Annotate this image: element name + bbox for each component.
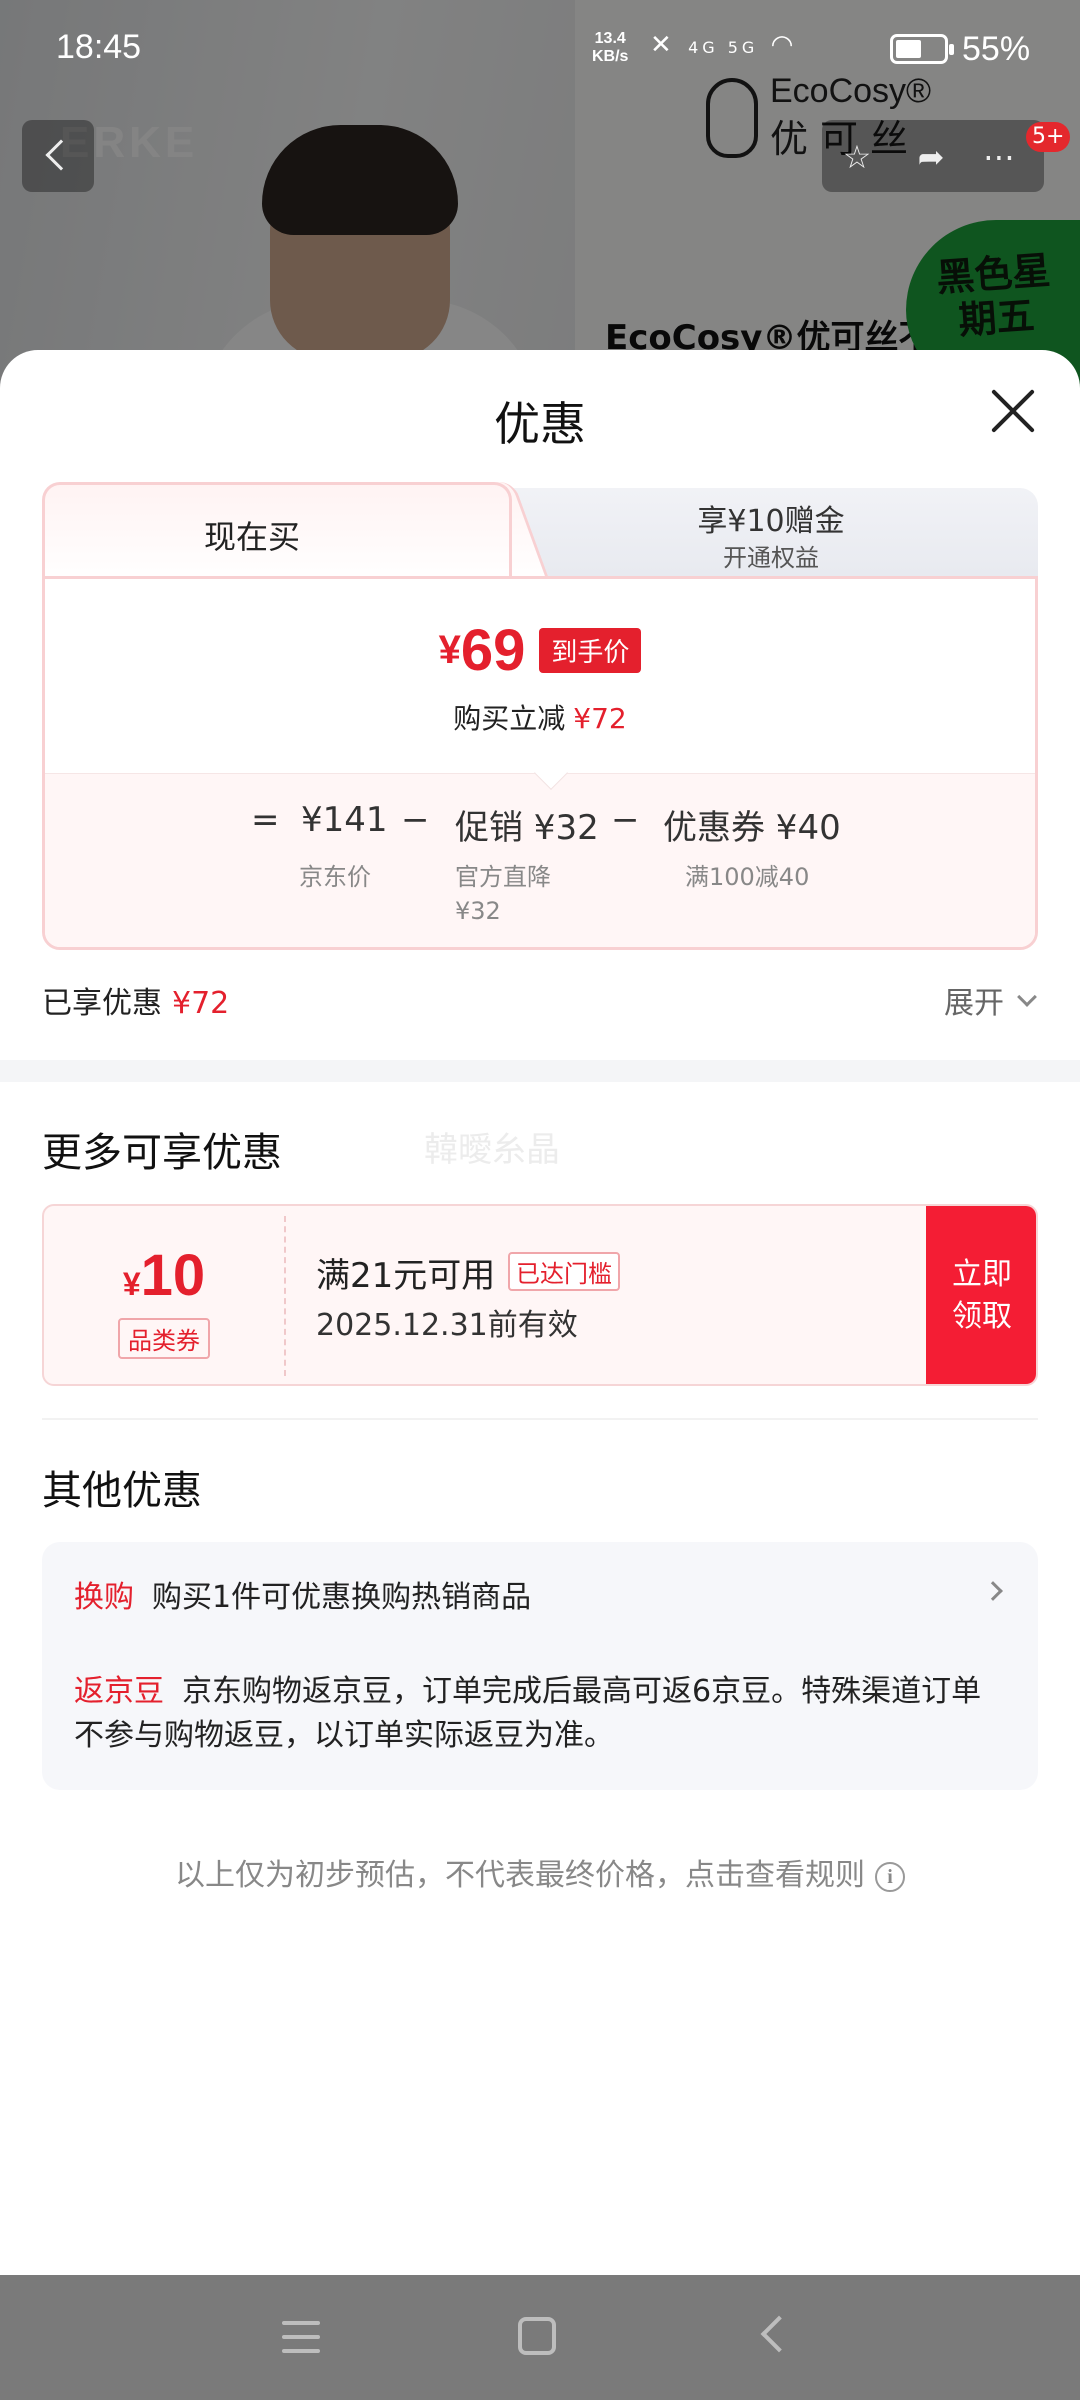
watermark: 韓曖糸晶 <box>424 1130 560 1170</box>
minus-sign: − <box>401 800 430 840</box>
coupon-value-area: ¥10 品类券 <box>44 1206 284 1384</box>
system-nav-bar <box>0 2275 1080 2400</box>
final-price: ¥69 到手价 <box>45 617 1035 684</box>
price-breakdown: = ¥141 京东价 − 促销 ¥32 官方直降 ¥32 − 优惠券 ¥40 满… <box>45 773 1035 947</box>
instant-reduce: 购买立减 ¥72 <box>45 697 1035 737</box>
expand-button[interactable]: 展开 <box>944 978 1004 1022</box>
jd-price: ¥141 <box>301 800 388 840</box>
back-button[interactable] <box>22 120 94 192</box>
discount-sheet: 优惠 享¥10赠金 开通权益 现在买 ¥69 到手价 购买立减 ¥72 = ¥141… <box>0 350 1080 2275</box>
net-speed-unit: KB/s <box>592 48 629 65</box>
jd-price-label: 京东价 <box>299 863 371 891</box>
recent-apps-icon[interactable] <box>282 2321 320 2353</box>
coupon-face-value: ¥10 <box>44 1242 284 1309</box>
status-bar: 18:45 13.4 KB/s ✕ 4G 5G ◠ 55% <box>0 0 1080 100</box>
coupon-label: 满100减40 <box>685 863 810 891</box>
battery-percent: 55% <box>962 30 1031 68</box>
jd-beans-tag: 返京豆 <box>74 1674 164 1709</box>
other-offers-box: 换购 购买1件可优惠换购热销商品 返京豆 京东购物返京豆，订单完成后最高可返6京豆。… <box>42 1542 1038 1790</box>
claim-button-line2: 领取 <box>952 1299 1012 1334</box>
final-price-area: ¥69 到手价 购买立减 ¥72 <box>45 579 1035 773</box>
coupon-amount-value: 10 <box>140 1243 206 1308</box>
more-offers-title: 更多可享优惠 <box>42 1130 282 1176</box>
final-price-tag: 到手价 <box>539 628 642 673</box>
equals-sign: = <box>251 800 280 840</box>
exchange-offer-row[interactable]: 换购 购买1件可优惠换购热销商品 <box>74 1572 531 1616</box>
coupon-type-badge: 品类券 <box>118 1318 210 1359</box>
tab-buy-now-label: 现在买 <box>203 518 300 556</box>
info-icon: i <box>875 1861 905 1892</box>
section-divider <box>0 1060 1080 1082</box>
price-currency: ¥ <box>438 628 461 672</box>
instant-reduce-amount: ¥72 <box>573 702 627 735</box>
promo-label-line2: ¥32 <box>455 897 501 925</box>
close-icon[interactable] <box>988 386 1038 436</box>
price-card: 享¥10赠金 开通权益 现在买 ¥69 到手价 购买立减 ¥72 = ¥141 京东… <box>42 482 1038 950</box>
signal-label: 4G 5G <box>688 38 759 57</box>
clock: 18:45 <box>56 28 142 66</box>
jd-beans-row: 返京豆 京东购物返京豆，订单完成后最高可返6京豆。特殊渠道订单不参与购物返豆，以订… <box>74 1670 1004 1758</box>
share-icon[interactable]: ➦ <box>914 140 948 174</box>
rules-text: 以上仅为初步预估，不代表最终价格，点击查看规则 <box>175 1858 865 1893</box>
mute-icon: ✕ <box>650 30 676 60</box>
more-icon[interactable]: ⋯ <box>982 140 1016 174</box>
wifi-icon: ◠ <box>770 30 798 60</box>
coupon-validity: 2025.12.31前有效 <box>316 1308 578 1343</box>
coupon-card: ¥10 品类券 满21元可用 已达门槛 2025.12.31前有效 立即 领取 <box>42 1204 1038 1386</box>
price-value: 69 <box>460 618 526 683</box>
favorite-star-icon[interactable]: ☆ <box>840 140 874 174</box>
coupon-condition: 满21元可用 <box>316 1256 496 1296</box>
top-actions: ☆ ➦ ⋯ <box>822 120 1044 192</box>
threshold-met-badge: 已达门槛 <box>508 1252 620 1291</box>
home-icon[interactable] <box>518 2317 556 2355</box>
instant-reduce-label: 购买立减 <box>453 702 566 735</box>
claim-coupon-button[interactable]: 立即 领取 <box>926 1206 1036 1384</box>
back-arrow-icon <box>45 139 77 171</box>
promo-amount: 促销 ¥32 <box>455 808 599 848</box>
net-speed: 13.4 KB/s <box>592 30 628 66</box>
tab-member-bonus-title: 享¥10赠金 <box>697 504 845 539</box>
chevron-right-icon[interactable] <box>983 1581 1003 1601</box>
jd-beans-text: 京东购物返京豆，订单完成后最高可返6京豆。特殊渠道订单不参与购物返豆，以订单实际… <box>74 1674 982 1753</box>
message-count-badge: 5+ <box>1026 122 1071 152</box>
battery-icon <box>890 34 954 64</box>
coupon-currency: ¥ <box>122 1266 141 1302</box>
claim-button-line1: 立即 <box>952 1257 1012 1292</box>
exchange-tag: 换购 <box>74 1580 134 1615</box>
enjoyed-amount: ¥72 <box>172 986 230 1021</box>
price-card-body: ¥69 到手价 购买立减 ¥72 = ¥141 京东价 − 促销 ¥32 官方直降 … <box>42 576 1038 950</box>
enjoyed-discount: 已享优惠 ¥72 <box>42 978 229 1022</box>
other-offers-title: 其他优惠 <box>42 1468 202 1514</box>
sheet-title: 优惠 <box>494 397 586 451</box>
promo-label-line1: 官方直降 <box>455 863 551 891</box>
chevron-down-icon[interactable] <box>1017 987 1037 1007</box>
signal-icons: ✕ 4G 5G ◠ <box>650 30 797 60</box>
coupon-separator <box>284 1216 286 1376</box>
divider <box>42 1418 1038 1420</box>
coupon-amount: 优惠券 ¥40 <box>663 808 841 848</box>
net-speed-value: 13.4 <box>594 30 626 47</box>
minus-sign: − <box>611 800 640 840</box>
promo-label: 官方直降 ¥32 <box>455 860 551 928</box>
rules-link[interactable]: 以上仅为初步预估，不代表最终价格，点击查看规则 i <box>0 1850 1080 1894</box>
back-icon[interactable] <box>760 2315 798 2353</box>
tab-member-bonus-sub: 开通权益 <box>723 544 819 572</box>
exchange-text: 购买1件可优惠换购热销商品 <box>152 1580 532 1615</box>
enjoyed-label: 已享优惠 <box>42 986 162 1021</box>
